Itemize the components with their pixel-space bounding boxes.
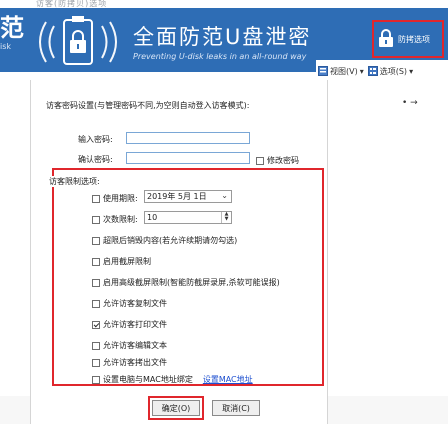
restriction-option[interactable]: 允许访客复制文件 (92, 298, 167, 309)
view-menu-label: 视图(V) (330, 66, 358, 76)
expiry-date-picker[interactable]: 2019年 5月 1日 ⌄ (144, 190, 232, 203)
restriction-option[interactable]: 超限后销毁内容(若允许续期请勿勾选) (92, 235, 237, 246)
count-limit-checkbox[interactable]: 次数限制: (92, 214, 138, 225)
app-subtitle: Preventing U-disk leaks in an all-round … (133, 52, 307, 61)
options-icon (367, 66, 378, 76)
lock-icon (378, 29, 394, 49)
restriction-option-label: 允许访客编辑文本 (103, 341, 167, 350)
restriction-option-label: 启用截屏限制 (103, 257, 151, 266)
restriction-option-label: 允许访客打印文件 (103, 320, 167, 329)
options-menu-label: 选项(S) (379, 66, 408, 76)
stepper-arrows-icon[interactable]: ▲ ▼ (221, 212, 231, 223)
restriction-option-check-box[interactable] (92, 257, 100, 266)
usb-lock-logo-icon (30, 16, 126, 68)
password-hint: 访客密码设置(与管理密码不同,为空则自动登入访客模式): (46, 101, 250, 110)
expiry-check-box[interactable] (92, 194, 100, 203)
count-limit-stepper[interactable]: 10 ▲ ▼ (144, 211, 232, 224)
ok-button-highlight (148, 396, 204, 420)
right-nav-arrows[interactable]: • → (402, 98, 418, 108)
visitor-restrictions-title: 访客限制选项: (48, 176, 101, 187)
restriction-option-check-box[interactable] (92, 299, 100, 308)
restriction-option-label: 允许访客拷出文件 (103, 358, 167, 367)
anti-copy-options-button[interactable]: 防拷选项 (372, 20, 444, 58)
restriction-option-check-box[interactable] (92, 320, 100, 329)
expiry-label: 使用期限: (103, 194, 138, 203)
view-icon (318, 66, 328, 76)
modify-password-label: 修改密码 (267, 156, 299, 165)
restriction-option[interactable]: 设置电脑与MAC地址绑定 设置MAC地址 (92, 374, 253, 385)
count-limit-check-box[interactable] (92, 215, 100, 224)
restriction-option-label: 设置电脑与MAC地址绑定 (103, 375, 193, 384)
left-edge-subtitle-fragment: isk (0, 42, 12, 51)
view-menu[interactable]: 视图(V) ▾ (318, 66, 364, 77)
expiry-date-value: 2019年 5月 1日 (147, 192, 207, 201)
restriction-option-check-box[interactable] (92, 236, 100, 245)
restriction-option-label: 允许访客复制文件 (103, 299, 167, 308)
restriction-option[interactable]: 启用高级截屏限制(智能防截屏录屏,杀软可能误报) (92, 277, 280, 288)
restriction-option-label: 超限后销毁内容(若允许续期请勿勾选) (103, 236, 238, 245)
top-title-strip: 访客(防拷贝)选项 (0, 0, 448, 8)
restriction-option-check-box[interactable] (92, 278, 100, 287)
app-title: 全面防范U盘泄密 (133, 25, 312, 49)
anti-copy-options-label: 防拷选项 (398, 34, 430, 44)
restriction-option-label: 启用高级截屏限制(智能防截屏录屏,杀软可能误报) (103, 278, 280, 287)
confirm-password-label: 确认密码: (78, 155, 113, 164)
restriction-option-check-box[interactable] (92, 358, 100, 367)
count-limit-value: 10 (147, 213, 158, 222)
window-caption: 访客(防拷贝)选项 (36, 0, 108, 8)
cancel-button[interactable]: 取消(C) (212, 400, 260, 416)
right-toolbar: 视图(V) ▾ 选项(S) ▾ (316, 60, 448, 82)
input-password-field[interactable] (126, 132, 250, 144)
confirm-password-field[interactable] (126, 152, 250, 164)
restriction-option[interactable]: 允许访客拷出文件 (92, 357, 167, 368)
input-password-label: 输入密码: (78, 135, 113, 144)
restriction-option[interactable]: 启用截屏限制 (92, 256, 151, 267)
restriction-option[interactable]: 允许访客编辑文本 (92, 340, 167, 351)
set-mac-address-link[interactable]: 设置MAC地址 (203, 374, 253, 385)
expiry-checkbox[interactable]: 使用期限: (92, 193, 138, 204)
chevron-down-icon: ▾ (359, 66, 364, 76)
modify-password-check-box[interactable] (256, 156, 264, 165)
left-edge-title-fragment: 范 (0, 14, 24, 42)
restriction-option-check-box[interactable] (92, 375, 100, 384)
count-limit-label: 次数限制: (103, 215, 138, 224)
options-menu[interactable]: 选项(S) ▾ (367, 66, 414, 77)
restriction-option[interactable]: 允许访客打印文件 (92, 319, 167, 330)
chevron-down-icon: ▾ (409, 66, 414, 76)
chevron-down-icon: ⌄ (221, 191, 228, 200)
modify-password-checkbox[interactable]: 修改密码 (256, 155, 299, 166)
restriction-option-check-box[interactable] (92, 341, 100, 350)
